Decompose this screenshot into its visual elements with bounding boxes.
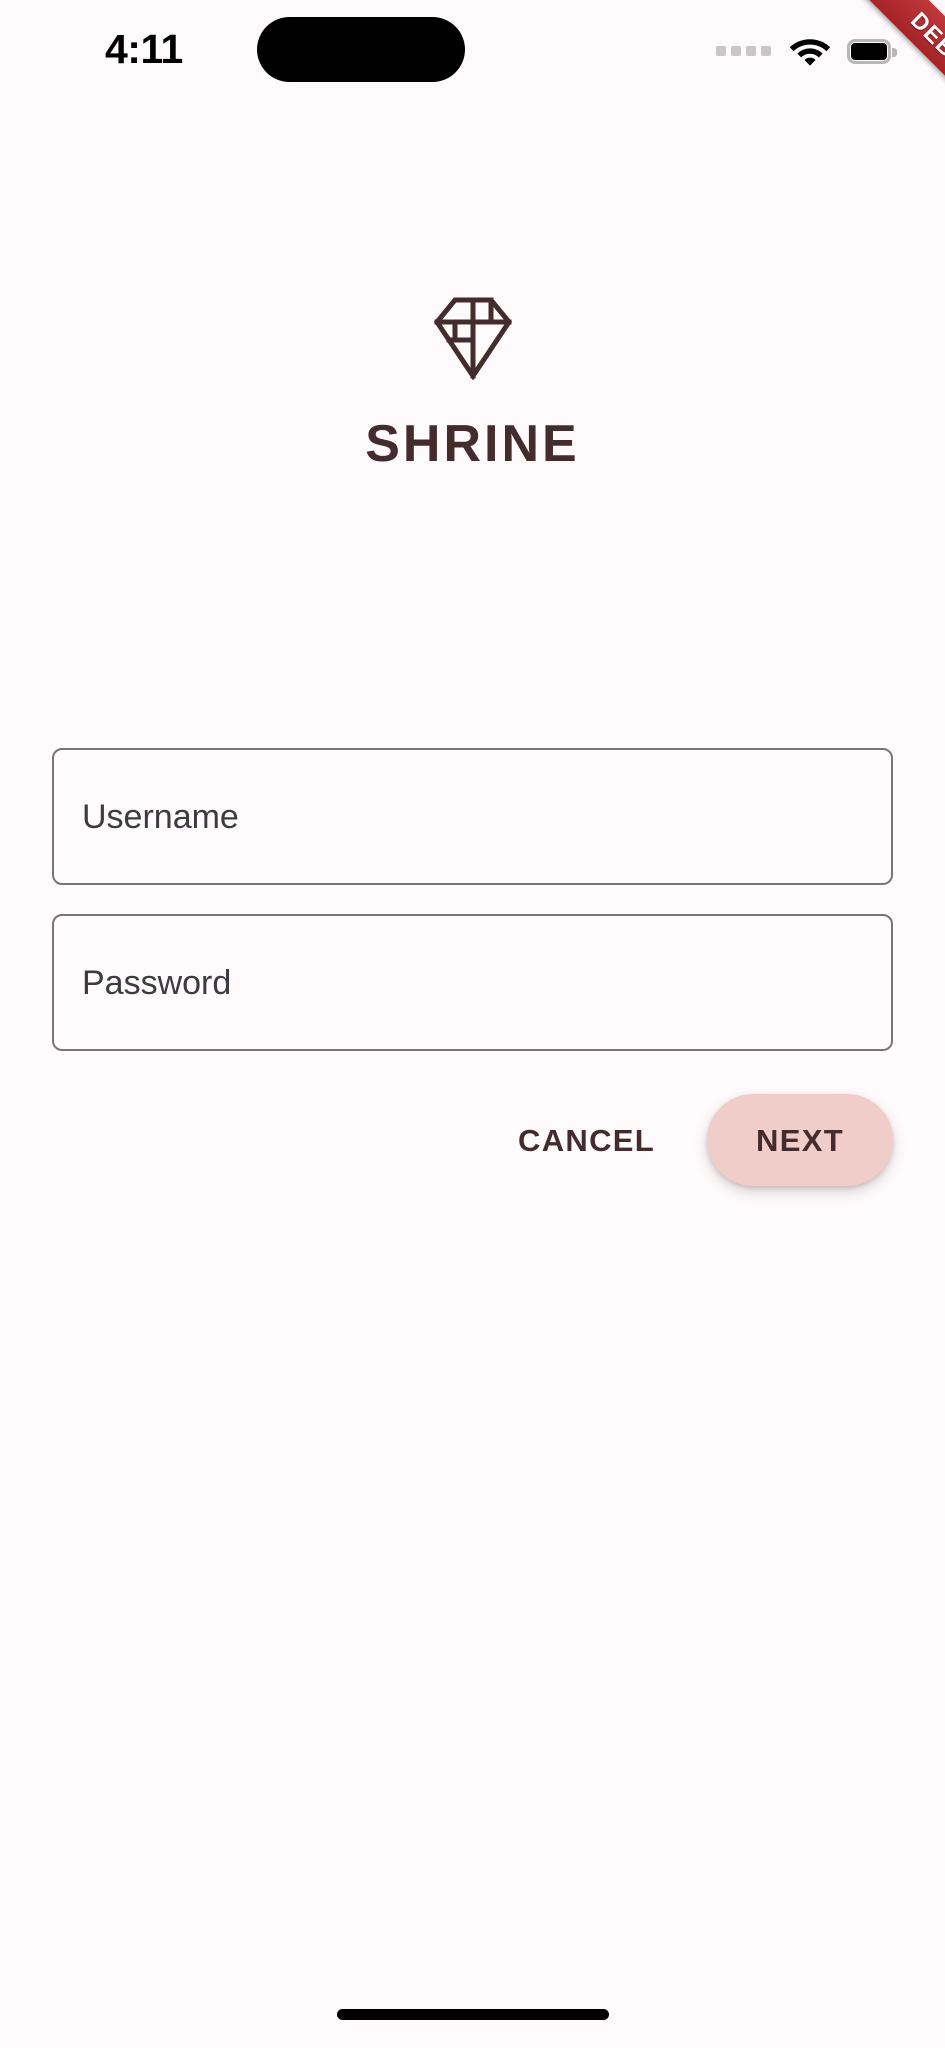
home-indicator-bar[interactable] — [336, 2009, 609, 2020]
status-bar-icons — [716, 30, 897, 74]
login-screen: 4:11 DEBUG SHRINE Username Password CANC… — [0, 0, 945, 2048]
wifi-icon — [789, 39, 831, 66]
signal-dot — [731, 46, 741, 56]
status-bar-time: 4:11 — [105, 26, 183, 72]
dynamic-island-notch — [257, 17, 465, 82]
login-form: Username Password — [52, 748, 893, 1080]
password-label: Password — [82, 963, 232, 1002]
cancel-button[interactable]: CANCEL — [492, 1105, 681, 1176]
username-label: Username — [82, 797, 239, 836]
brand-header: SHRINE — [0, 296, 945, 470]
password-input[interactable]: Password — [52, 914, 893, 1051]
form-actions: CANCEL NEXT — [52, 1090, 893, 1190]
next-button[interactable]: NEXT — [707, 1094, 893, 1186]
signal-dot — [716, 46, 726, 56]
signal-dots-icon — [716, 46, 771, 56]
signal-dot — [746, 46, 756, 56]
battery-full-icon — [847, 38, 897, 66]
signal-dot — [761, 46, 771, 56]
username-input[interactable]: Username — [52, 748, 893, 885]
status-bar: 4:11 — [0, 0, 945, 100]
brand-title: SHRINE — [365, 415, 580, 473]
battery-fill — [851, 42, 887, 60]
battery-cap — [892, 47, 897, 57]
shrine-diamond-logo — [433, 297, 512, 380]
